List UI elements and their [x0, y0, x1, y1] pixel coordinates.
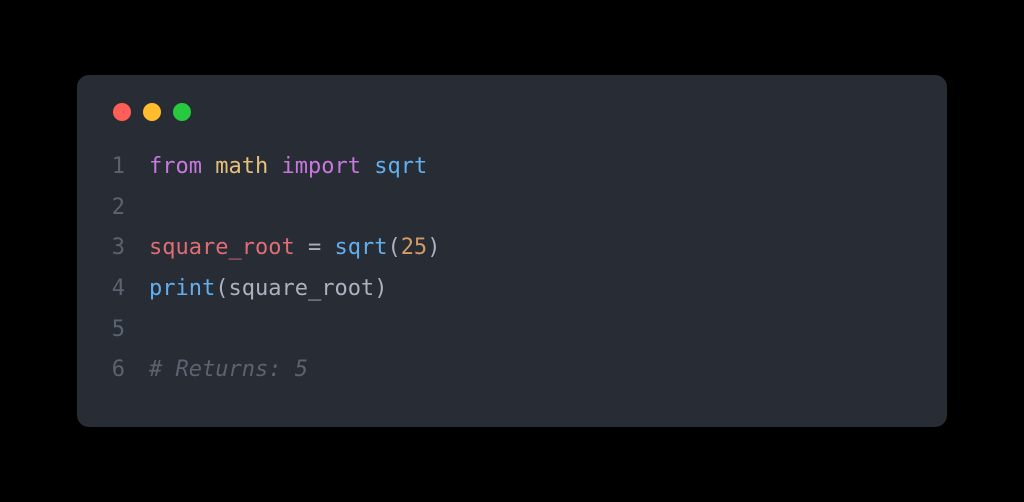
line-content: # Returns: 5 — [149, 350, 308, 391]
token: from — [149, 154, 202, 179]
token: square_root — [149, 235, 295, 260]
code-line: 3square_root = sqrt(25) — [109, 228, 915, 269]
code-block: 1from math import sqrt23square_root = sq… — [109, 147, 915, 391]
code-line: 4print(square_root) — [109, 269, 915, 310]
code-line: 1from math import sqrt — [109, 147, 915, 188]
token — [268, 154, 281, 179]
token: import — [281, 154, 360, 179]
token: = — [308, 235, 321, 260]
token — [321, 235, 334, 260]
token: ( — [215, 276, 228, 301]
token — [361, 154, 374, 179]
token — [202, 154, 215, 179]
zoom-icon[interactable] — [173, 103, 191, 121]
token: ( — [387, 235, 400, 260]
code-window: 1from math import sqrt23square_root = sq… — [77, 75, 947, 427]
token: sqrt — [334, 235, 387, 260]
code-line: 5 — [109, 310, 915, 351]
token: ) — [374, 276, 387, 301]
token: ) — [427, 235, 440, 260]
token: # Returns: 5 — [149, 357, 308, 382]
line-number: 5 — [109, 310, 149, 351]
token: 25 — [401, 235, 428, 260]
token — [295, 235, 308, 260]
code-line: 6# Returns: 5 — [109, 350, 915, 391]
token: print — [149, 276, 215, 301]
line-number: 1 — [109, 147, 149, 188]
line-number: 4 — [109, 269, 149, 310]
line-content: from math import sqrt — [149, 147, 427, 188]
line-number: 6 — [109, 350, 149, 391]
token: square_root — [228, 276, 374, 301]
traffic-lights — [109, 103, 915, 121]
line-content: square_root = sqrt(25) — [149, 228, 440, 269]
line-content: print(square_root) — [149, 269, 387, 310]
line-number: 2 — [109, 188, 149, 229]
token: sqrt — [374, 154, 427, 179]
close-icon[interactable] — [113, 103, 131, 121]
token: math — [215, 154, 268, 179]
minimize-icon[interactable] — [143, 103, 161, 121]
code-line: 2 — [109, 188, 915, 229]
line-number: 3 — [109, 228, 149, 269]
